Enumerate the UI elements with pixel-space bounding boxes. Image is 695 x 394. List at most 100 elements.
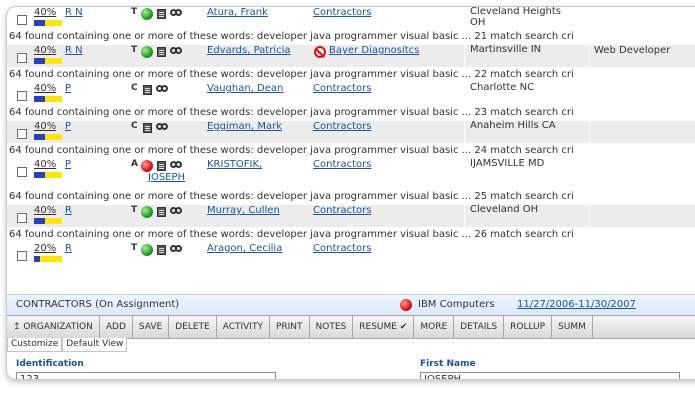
identification-field[interactable]: 123 (16, 372, 276, 379)
match-bar-fill (34, 172, 46, 178)
row-select-checkbox[interactable] (17, 53, 27, 63)
match-bar-fill (34, 20, 46, 26)
flag-codes[interactable]: R N (65, 45, 83, 56)
vcard-icon[interactable] (143, 123, 152, 133)
row-select-checkbox[interactable] (17, 15, 27, 25)
organization-button[interactable]: ↥ ORGANIZATION (7, 316, 100, 338)
row-select-checkbox[interactable] (17, 167, 27, 177)
flag-codes[interactable]: R N (65, 7, 83, 18)
link-icon[interactable] (156, 85, 168, 93)
contact-name-link[interactable]: Vaughan, Dean (207, 83, 283, 94)
detail-header: CONTRACTORS (On Assignment) IBM Computer… (7, 294, 695, 315)
match-percent[interactable]: 40% (34, 7, 56, 18)
first-name-field[interactable]: JOSEPH (420, 372, 680, 379)
vcard-icon[interactable] (157, 9, 166, 19)
match-bar (34, 20, 62, 26)
match-percent[interactable]: 20% (34, 243, 56, 254)
contact-name-link[interactable]: Eggiman, Mark (207, 121, 282, 132)
company-link[interactable]: Contractors (313, 121, 371, 132)
table-row[interactable]: 40% R N T Atura, Frank Contractors Cleveland … (7, 7, 695, 29)
print-button[interactable]: PRINT (270, 316, 310, 338)
column-divider (464, 83, 465, 105)
location-text: Charlotte NC (470, 82, 535, 93)
company-link[interactable]: Contractors (313, 243, 371, 254)
flag-codes[interactable]: R (65, 205, 72, 216)
more-button[interactable]: MORE (414, 316, 455, 338)
delete-button[interactable]: DELETE (169, 316, 217, 338)
company-link[interactable]: Contractors (313, 205, 371, 216)
contact-name-link[interactable]: KRISTOFIK, (207, 159, 262, 170)
link-icon[interactable] (170, 47, 182, 55)
details-button[interactable]: DETAILS (454, 316, 505, 338)
vcard-icon[interactable] (157, 207, 166, 217)
tab-customize[interactable]: Customize (7, 338, 63, 352)
type-code: T (131, 205, 138, 215)
contact-name-link[interactable]: Atura, Frank (207, 7, 268, 18)
table-row[interactable]: 40% R N T Edvards, Patricia Bayer Diagnositc… (7, 45, 695, 67)
row-select-checkbox[interactable] (17, 91, 27, 101)
column-divider (464, 243, 465, 265)
table-row[interactable]: 40% P C Vaughan, Dean Contractors Charlotte N… (7, 83, 695, 105)
identification-label: Identification (16, 359, 84, 369)
flag-codes[interactable]: R (65, 243, 72, 254)
match-percent[interactable]: 40% (34, 45, 56, 56)
table-row[interactable]: 40% P A KRISTOFIK, JOSEPH Contractors IJAMSVIL… (7, 159, 695, 189)
company-link[interactable]: Contractors (313, 83, 371, 94)
action-toolbar: ↥ ORGANIZATION ADD SAVE DELETE ACTIVITY PRINT… (7, 315, 695, 339)
match-percent[interactable]: 40% (34, 159, 56, 170)
contact-name-link-line2[interactable]: JOSEPH (148, 172, 185, 183)
add-button[interactable]: ADD (100, 316, 133, 338)
location-text: Cleveland Heights (470, 6, 562, 17)
flag-codes[interactable]: P (65, 159, 71, 170)
row-select-checkbox[interactable] (17, 251, 27, 261)
company-link[interactable]: Contractors (313, 7, 371, 18)
link-icon[interactable] (170, 207, 182, 215)
resume-button[interactable]: RESUME ✔ (353, 316, 415, 338)
tab-default-view[interactable]: Default View (62, 338, 128, 352)
row-select-checkbox[interactable] (17, 129, 27, 139)
column-divider (589, 83, 590, 105)
summary-button[interactable]: SUMM (552, 316, 593, 338)
company-link[interactable]: Contractors (313, 159, 371, 170)
match-percent[interactable]: 40% (34, 83, 56, 94)
search-match-info: 64 found containing one or more of these… (7, 227, 695, 243)
table-row[interactable]: 20% R T Aragon, Cecilia Contractors (7, 243, 695, 265)
table-row[interactable]: 40% R T Murray, Cullen Contractors Cleveland … (7, 205, 695, 227)
contact-name-link[interactable]: Murray, Cullen (207, 205, 280, 216)
vcard-icon[interactable] (157, 47, 166, 57)
company-link[interactable]: Bayer Diagnositcs (329, 45, 419, 56)
column-divider (464, 7, 465, 29)
row-select-checkbox[interactable] (17, 213, 27, 223)
vcard-icon[interactable] (157, 161, 166, 171)
save-button[interactable]: SAVE (133, 316, 170, 338)
match-percent[interactable]: 40% (34, 121, 56, 132)
match-bar (34, 256, 62, 262)
contact-name-link[interactable]: Aragon, Cecilia (207, 243, 282, 254)
link-icon[interactable] (170, 9, 182, 17)
column-divider (589, 7, 590, 29)
match-bar-fill (34, 218, 46, 224)
status-red-icon (141, 160, 153, 172)
assignment-dates-link[interactable]: 11/27/2006-11/30/2007 (517, 299, 636, 310)
location-text: Martinsville IN (470, 44, 542, 55)
vcard-icon[interactable] (157, 245, 166, 255)
match-bar (34, 218, 62, 224)
match-percent[interactable]: 40% (34, 205, 56, 216)
link-icon[interactable] (170, 161, 182, 169)
rollup-button[interactable]: ROLLUP (504, 316, 553, 338)
contact-name-link[interactable]: Edvards, Patricia (207, 45, 291, 56)
notes-button[interactable]: NOTES (310, 316, 354, 338)
type-code: T (131, 7, 138, 17)
link-icon[interactable] (170, 245, 182, 253)
column-divider (464, 121, 465, 143)
flag-codes[interactable]: P (65, 83, 71, 94)
status-green-icon (141, 206, 153, 218)
assignment-company: IBM Computers (418, 299, 495, 310)
type-code: T (131, 45, 138, 55)
flag-codes[interactable]: P (65, 121, 71, 132)
table-row[interactable]: 40% P C Eggiman, Mark Contractors Anaheim Hil… (7, 121, 695, 143)
vcard-icon[interactable] (143, 85, 152, 95)
link-icon[interactable] (156, 123, 168, 131)
activity-button[interactable]: ACTIVITY (217, 316, 270, 338)
match-bar-fill (34, 256, 40, 262)
